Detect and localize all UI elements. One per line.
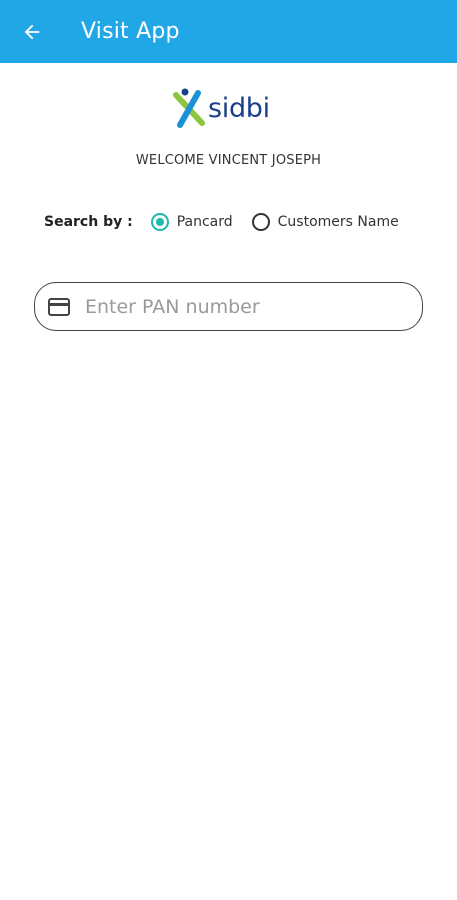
logo-text: sidbi: [208, 92, 270, 124]
arrow-left-icon: [24, 24, 40, 39]
sidbi-logo: sidbi: [172, 86, 288, 130]
radio-button-pancard[interactable]: [150, 213, 169, 231]
search-by-row: Search by : Pancard Customers Name: [44, 208, 418, 236]
sidbi-logo-mark-icon: [173, 88, 205, 128]
radio-option-pancard[interactable]: Pancard: [150, 213, 233, 231]
radio-option-customers-name[interactable]: Customers Name: [251, 213, 399, 231]
app-bar: Visit App: [0, 0, 457, 63]
pan-number-input[interactable]: [83, 294, 407, 319]
back-button[interactable]: [16, 16, 48, 48]
welcome-message: WELCOME VINCENT JOSEPH: [135, 153, 322, 168]
radio-button-customers-name[interactable]: [251, 213, 270, 231]
radio-label-pancard: Pancard: [176, 214, 233, 230]
pan-number-field[interactable]: [34, 282, 423, 331]
credit-card-icon: [48, 297, 70, 316]
page-title: Visit App: [81, 19, 180, 44]
search-by-label: Search by :: [44, 214, 133, 230]
radio-label-customers-name: Customers Name: [277, 214, 399, 230]
